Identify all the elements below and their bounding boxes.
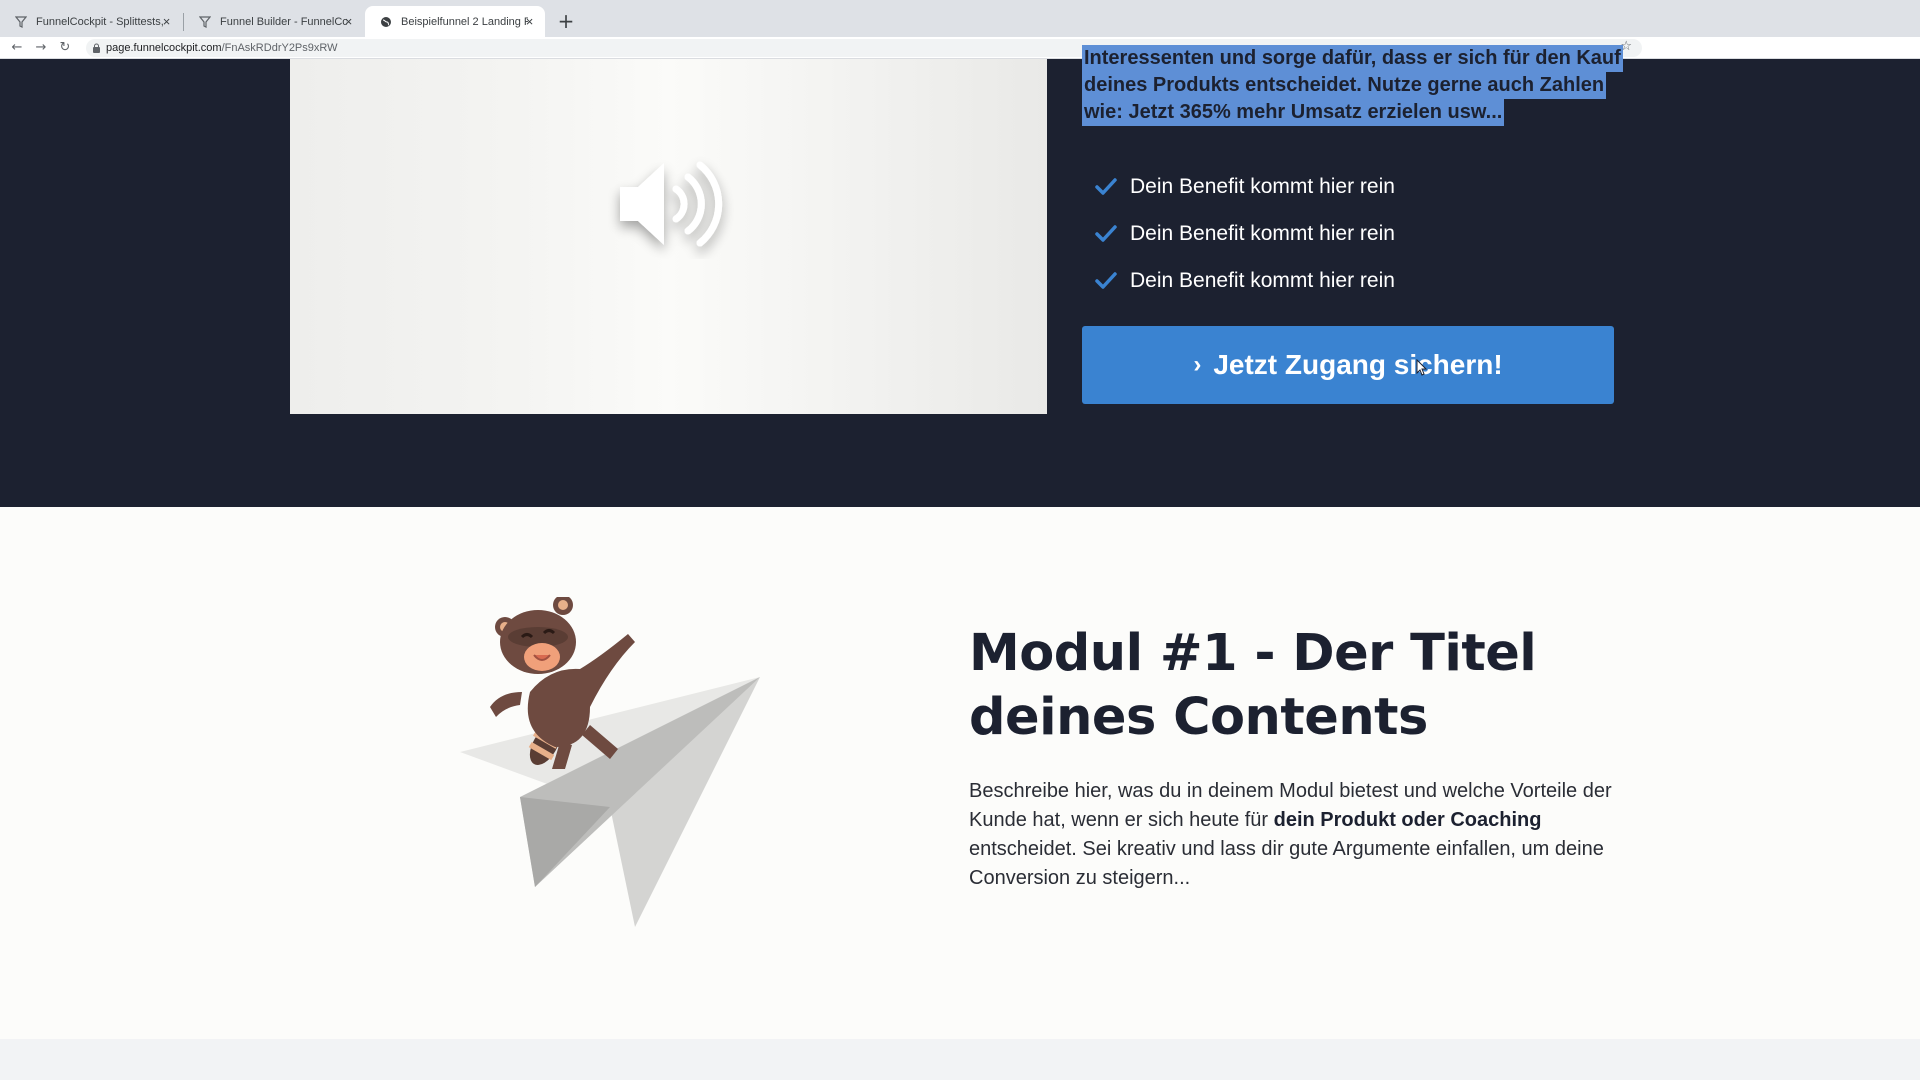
funnel-icon <box>14 15 28 29</box>
close-icon[interactable]: × <box>160 15 173 28</box>
highlighted-line: Interessenten und sorge dafür, dass er s… <box>1082 45 1623 72</box>
module-title-line: deines Contents <box>969 688 1428 747</box>
module-desc-bold: dein Produkt oder Coaching <box>1273 809 1542 831</box>
plane-keel <box>520 797 610 887</box>
reload-icon[interactable]: ↻ <box>56 39 74 57</box>
benefit-item: Dein Benefit kommt hier rein <box>1094 163 1395 210</box>
module-description: Beschreibe hier, was du in deinem Modul … <box>969 777 1619 893</box>
benefit-list: Dein Benefit kommt hier rein Dein Benefi… <box>1094 163 1395 304</box>
close-icon[interactable]: × <box>523 15 536 28</box>
highlighted-line: wie: Jetzt 365% mehr Umsatz erzielen usw… <box>1082 99 1505 126</box>
tab-funnel-builder[interactable]: Funnel Builder - FunnelCockpit × <box>184 6 364 37</box>
checkmark-icon <box>1095 224 1117 242</box>
benefit-item: Dein Benefit kommt hier rein <box>1094 210 1395 257</box>
url-path: /FnAskRDdrY2Ps9xRW <box>221 42 338 54</box>
tab-title: Beispielfunnel 2 Landing Page <box>401 15 528 28</box>
url-host: page.funnelcockpit.com <box>106 42 222 54</box>
raccoon-head <box>495 597 576 674</box>
globe-icon <box>379 15 393 29</box>
checkmark-icon <box>1095 177 1117 195</box>
lock-icon <box>93 43 100 53</box>
back-arrow-icon[interactable]: ← <box>8 39 26 57</box>
new-tab-button[interactable]: + <box>553 8 579 34</box>
close-icon[interactable]: × <box>342 15 355 28</box>
hero-section: Interessenten und sorge dafür, dass er s… <box>0 45 1920 507</box>
selected-description-text: Interessenten und sorge dafür, dass er s… <box>1082 45 1623 126</box>
mouse-cursor-icon <box>1416 359 1427 376</box>
cta-jetzt-zugang-button[interactable]: › Jetzt Zugang sichern! <box>1082 326 1614 404</box>
browser-tab-bar: FunnelCockpit - Splittests, Ma × Funnel … <box>0 0 1920 37</box>
chevron-right-icon: › <box>1193 351 1202 378</box>
cta-label: Jetzt Zugang sichern! <box>1213 349 1503 380</box>
module-title-line: Modul #1 - Der Titel <box>969 624 1537 683</box>
url-text: page.funnelcockpit.com/FnAskRDdrY2Ps9xRW <box>106 41 338 55</box>
benefit-item: Dein Benefit kommt hier rein <box>1094 257 1395 304</box>
forward-arrow-icon[interactable]: → <box>32 39 50 57</box>
highlighted-line: deines Produkts entscheidet. Nutze gerne… <box>1082 72 1607 99</box>
module-section: Modul #1 - Der Titel deines Contents Bes… <box>0 507 1920 1039</box>
module-title: Modul #1 - Der Titel deines Contents <box>969 622 1589 750</box>
module-desc-part: entscheidet. Sei kreativ und lass dir gu… <box>969 838 1604 889</box>
raccoon-paper-plane-illustration <box>460 597 760 927</box>
tab-title: FunnelCockpit - Splittests, Ma <box>36 15 163 28</box>
browser-address-bar: ← → ↻ page.funnelcockpit.com/FnAskRDdrY2… <box>0 37 1920 91</box>
speaker-volume-icon[interactable] <box>608 149 738 259</box>
benefit-text: Dein Benefit kommt hier rein <box>1130 174 1395 198</box>
tab-funnelcockpit-splittests[interactable]: FunnelCockpit - Splittests, Ma × <box>0 6 182 37</box>
benefit-text: Dein Benefit kommt hier rein <box>1130 268 1395 292</box>
funnel-icon <box>198 15 212 29</box>
tab-beispielfunnel-landing-page[interactable]: Beispielfunnel 2 Landing Page × <box>365 6 545 37</box>
raccoon-arm <box>490 692 522 717</box>
next-section-strip <box>0 1039 1920 1080</box>
benefit-text: Dein Benefit kommt hier rein <box>1130 221 1395 245</box>
video-player[interactable] <box>290 59 1047 414</box>
checkmark-icon <box>1095 271 1117 289</box>
tab-title: Funnel Builder - FunnelCockpit <box>220 15 347 28</box>
